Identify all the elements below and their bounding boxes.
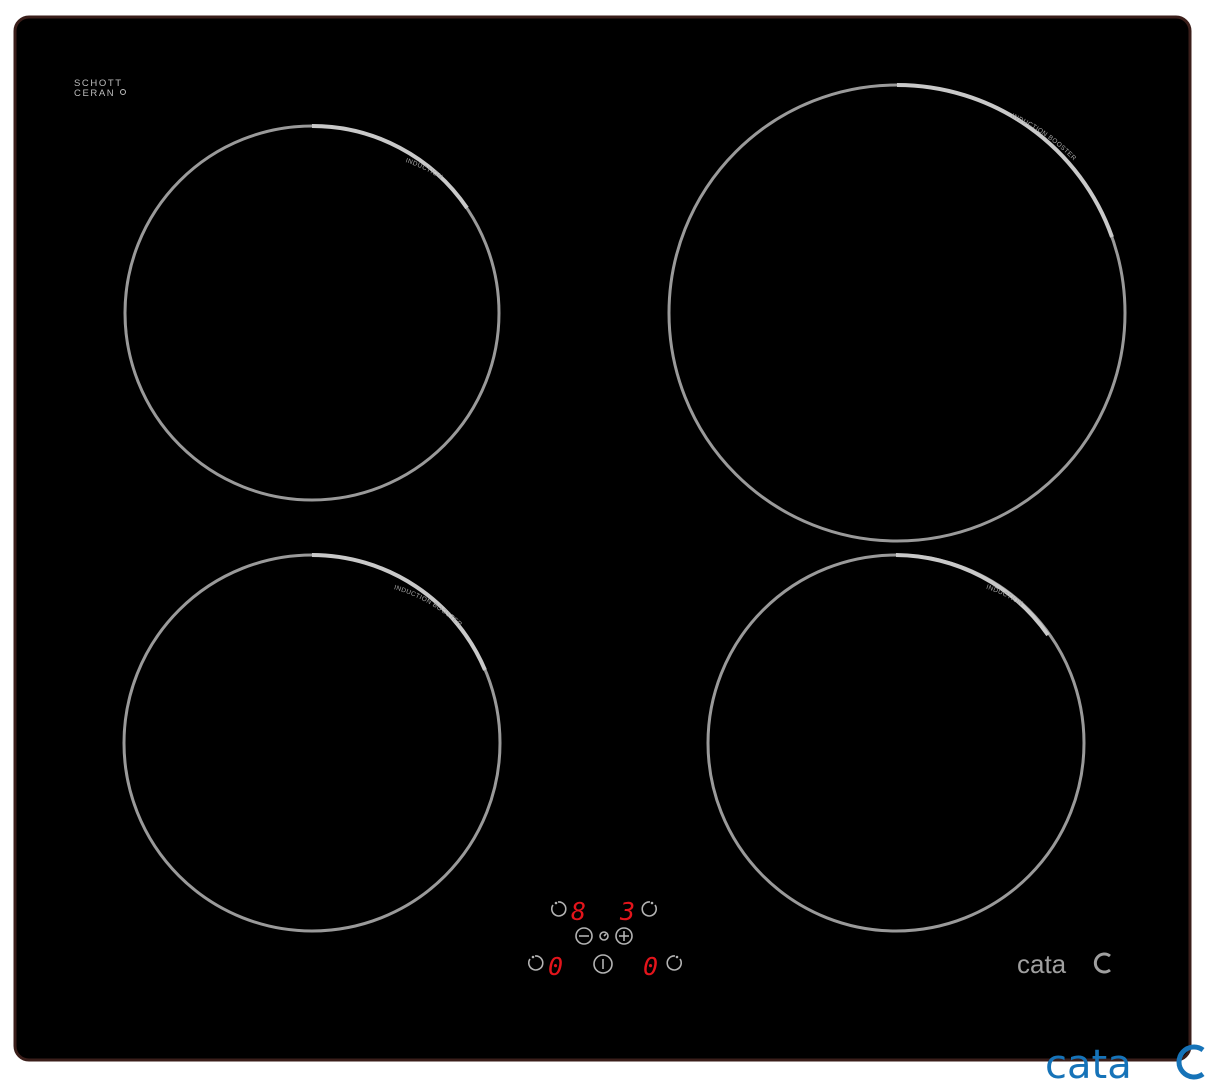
front-left-power-display: 0 [548,952,563,981]
front-right-power-display: 0 [643,952,658,981]
rear-left-power-display: 8 [571,897,586,926]
schott-logo-line2: CERAN [74,88,115,99]
rear-right-power-display: 3 [619,897,635,926]
brand-name: cata [1017,949,1067,979]
corner-brand-name: cata [1045,1042,1132,1080]
corner-brand-mark-icon [1176,1044,1205,1080]
glass-cooktop [13,15,1192,1062]
induction-hob: SCHOTT CERAN INDUCTION INDUCTION BOOSTER… [13,15,1205,1080]
